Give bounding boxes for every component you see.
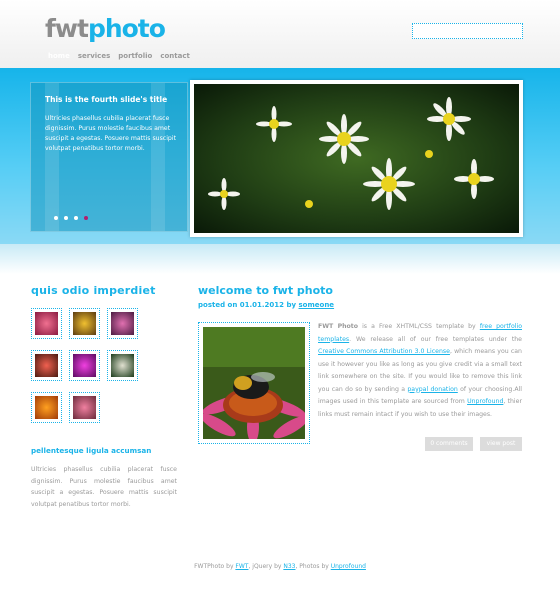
nav-contact[interactable]: contact [160,52,190,60]
sidebar-heading: quis odio imperdiet [31,284,156,297]
license-link[interactable]: Creative Commons Attribution 3.0 License [318,348,450,355]
logo-part-photo: photo [87,14,166,43]
thumb-image [111,354,134,377]
gallery-thumb[interactable] [31,392,62,423]
thumb-image [35,396,58,419]
site-logo[interactable]: fwtphoto [45,14,166,43]
footer-n33-link[interactable]: N33 [283,563,295,570]
gallery-thumb[interactable] [31,308,62,339]
main-nav: home services portfolio contact [48,52,190,60]
comments-button[interactable]: 0 comments [425,437,473,451]
slide-dot-4[interactable] [84,216,88,220]
nav-portfolio[interactable]: portfolio [118,52,152,60]
thumb-image [73,396,96,419]
paypal-link[interactable]: paypal donation [407,386,457,393]
bee-flower-image [200,327,309,443]
logo-part-fwt: fwt [45,14,89,43]
footer-fwt-link[interactable]: FWT [235,563,248,570]
gallery-thumb[interactable] [107,350,138,381]
view-post-button[interactable]: view post [480,437,522,451]
footer-unprofound-link[interactable]: Unprofound [331,563,366,570]
footer-text: FWTPhoto by [194,563,236,570]
thumb-image [111,312,134,335]
nav-home[interactable]: home [48,52,70,60]
post-body: FWT Photo is a Free XHTML/CSS template b… [318,321,522,421]
gallery-thumb[interactable] [107,308,138,339]
slide-dot-2[interactable] [64,216,68,220]
gallery-thumb[interactable] [69,392,100,423]
thumb-image [35,354,58,377]
unprofound-link[interactable]: Unprofound [467,398,503,405]
footer-text: , jQuery by [248,563,284,570]
post-brand: FWT Photo [318,323,358,330]
search-input[interactable] [412,23,523,39]
post-image[interactable] [198,322,310,444]
header: fwtphoto home services portfolio contact [0,0,560,68]
slide-dots [54,216,88,220]
post-author-link[interactable]: someone [299,301,335,309]
daisy-photo-image [194,84,519,233]
footer: FWTPhoto by FWT, jQuery by N33, Photos b… [0,563,560,570]
slide-photo[interactable] [190,80,523,237]
post-heading: welcome to fwt photo [198,284,333,297]
thumb-image [73,312,96,335]
post-text: . We release all of our free templates u… [349,335,522,343]
sidebar-subheading: pellentesque ligula accumsan [31,446,152,455]
slide-caption-panel: This is the fourth slide's title Ultrici… [30,82,188,232]
nav-services[interactable]: services [78,52,110,60]
gallery-thumb[interactable] [69,308,100,339]
slide-title: This is the fourth slide's title [45,95,168,104]
footer-text: , Photos by [295,563,331,570]
panel-stripe [45,83,59,231]
gallery-thumb[interactable] [69,350,100,381]
banner-fade [0,244,560,274]
thumb-image [35,312,58,335]
gallery-thumb[interactable] [31,350,62,381]
post-date: posted on 01.01.2012 by [198,301,297,309]
slide-dot-3[interactable] [74,216,78,220]
post-meta: posted on 01.01.2012 by someone [198,301,334,309]
post-text: is a Free XHTML/CSS template by [357,323,480,330]
panel-stripe [151,83,165,231]
sidebar-text: Ultricies phasellus cubilia placerat fus… [31,466,177,508]
slide-text: Ultricies phasellus cubilia placerat fus… [45,115,177,152]
slide-dot-1[interactable] [54,216,58,220]
thumb-image [73,354,96,377]
